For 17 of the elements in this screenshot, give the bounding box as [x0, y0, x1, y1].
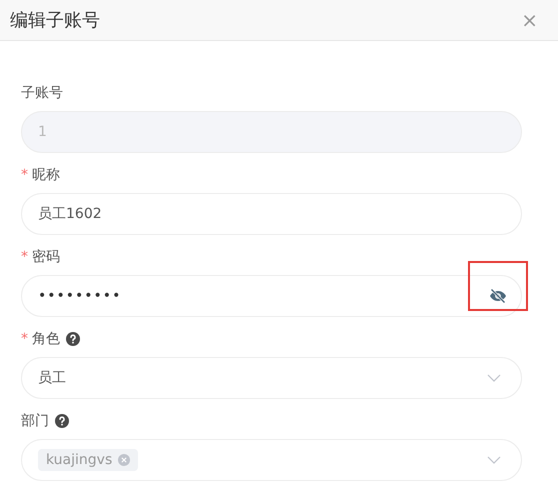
- required-mark: *: [21, 331, 29, 347]
- field-label: 子账号: [21, 84, 63, 102]
- chevron-down-icon[interactable]: [487, 374, 501, 382]
- dialog-title: 编辑子账号: [10, 9, 100, 32]
- required-mark: *: [21, 167, 29, 183]
- remove-tag-icon[interactable]: [118, 454, 130, 466]
- tag-label: kuajingvs: [46, 452, 112, 468]
- field-label: 部门: [21, 412, 49, 430]
- chevron-down-icon[interactable]: [487, 456, 501, 464]
- password-field[interactable]: •••••••••: [21, 275, 522, 317]
- eye-slash-icon[interactable]: [489, 288, 507, 304]
- field-label: 密码: [32, 248, 60, 266]
- field-label: 昵称: [32, 166, 60, 184]
- input-field[interactable]: 员工1602: [21, 193, 522, 235]
- required-mark: *: [21, 249, 29, 265]
- select-field[interactable]: 员工: [21, 357, 522, 399]
- field-label: 角色: [32, 330, 60, 348]
